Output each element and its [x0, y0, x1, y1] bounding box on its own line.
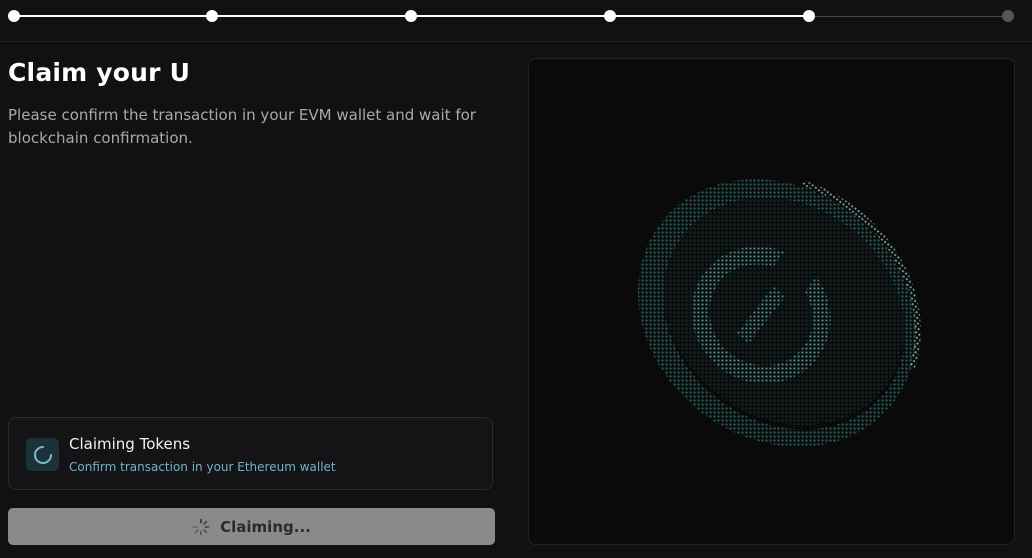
claiming-button[interactable]: Claiming... — [8, 508, 495, 545]
step-dot-5 — [803, 10, 815, 22]
coin-icon — [529, 59, 1014, 544]
step-dot-2 — [206, 10, 218, 22]
step-dot-1 — [8, 10, 20, 22]
page-subtitle: Please confirm the transaction in your E… — [8, 106, 476, 147]
spinner-icon — [33, 445, 52, 464]
status-card: Claiming Tokens Confirm transaction in y… — [8, 417, 493, 490]
page-title: Claim your U — [8, 58, 191, 87]
step-connector — [14, 15, 212, 17]
step-connector-pending — [809, 16, 1008, 17]
spinner-icon — [192, 518, 210, 535]
status-title: Claiming Tokens — [69, 435, 191, 453]
status-icon-box — [26, 438, 59, 471]
status-description: Confirm transaction in your Ethereum wal… — [69, 460, 336, 474]
step-connector — [610, 15, 809, 17]
claim-page: Claim your U Please confirm the transact… — [0, 0, 1032, 558]
step-connector — [411, 15, 610, 17]
claiming-button-label: Claiming... — [220, 517, 311, 536]
step-dot-6 — [1002, 10, 1014, 22]
step-dot-3 — [405, 10, 417, 22]
step-dot-4 — [604, 10, 616, 22]
header-divider — [0, 41, 1032, 42]
step-connector — [212, 15, 411, 17]
coin-preview-panel — [528, 58, 1015, 545]
